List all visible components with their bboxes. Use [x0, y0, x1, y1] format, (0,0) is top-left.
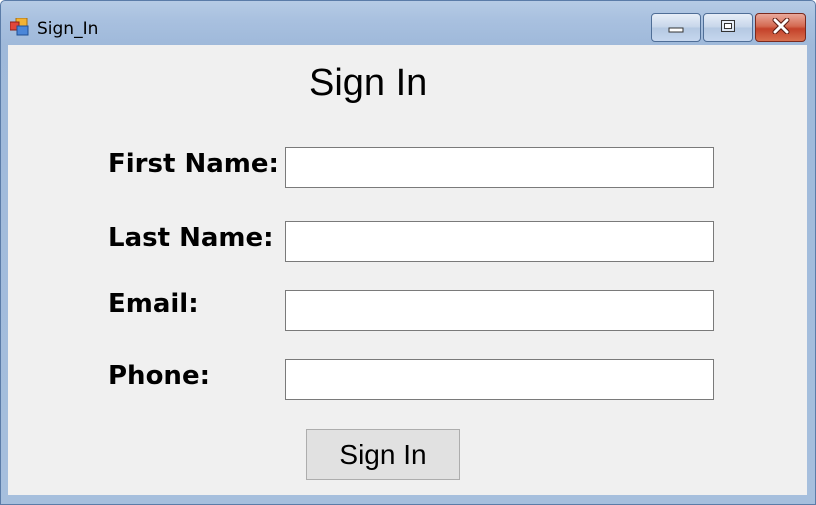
window-bottom-border[interactable] — [1, 495, 815, 504]
phone-field[interactable] — [285, 359, 714, 400]
close-icon — [771, 17, 791, 38]
page-title: Sign In — [309, 62, 428, 104]
last-name-field[interactable] — [285, 221, 714, 262]
last-name-label: Last Name: — [108, 223, 274, 253]
first-name-field[interactable] — [285, 147, 714, 188]
email-field[interactable] — [285, 290, 714, 331]
email-label: Email: — [108, 289, 199, 319]
sign-in-button[interactable]: Sign In — [306, 429, 460, 480]
first-name-label: First Name: — [108, 149, 279, 179]
minimize-icon — [668, 18, 684, 37]
title-bar[interactable]: Sign_In — [1, 1, 815, 45]
close-button[interactable] — [755, 13, 806, 42]
maximize-button[interactable] — [703, 13, 753, 42]
minimize-button[interactable] — [651, 13, 701, 42]
sign-in-window: Sign_In Sign In First Name: Last Name: E… — [0, 0, 816, 505]
window-title: Sign_In — [37, 19, 99, 39]
form-client-area: Sign In First Name: Last Name: Email: Ph… — [8, 45, 807, 495]
windows-forms-app-icon — [9, 17, 30, 36]
phone-label: Phone: — [108, 361, 210, 391]
maximize-icon — [720, 18, 736, 37]
